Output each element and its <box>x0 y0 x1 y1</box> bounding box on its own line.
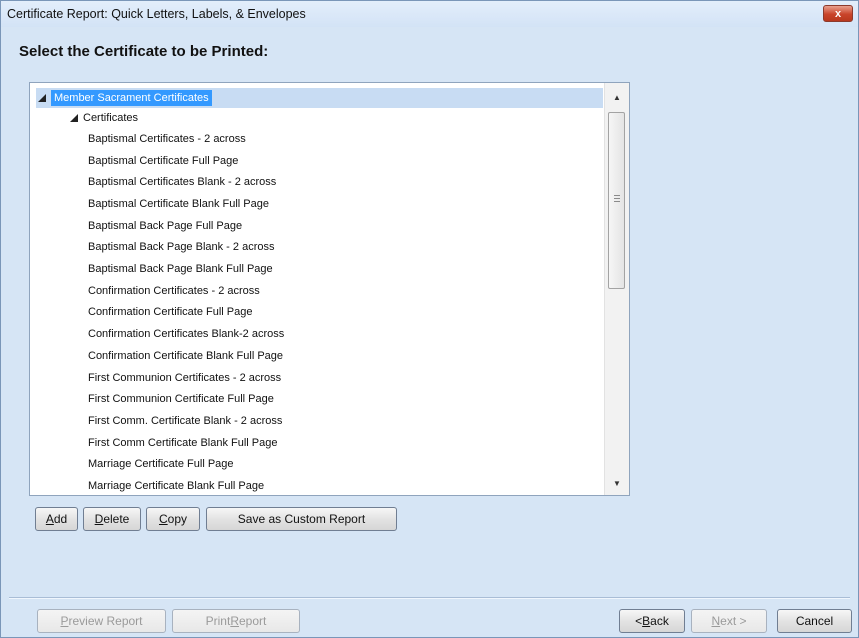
add-mnemonic: A <box>45 512 54 526</box>
copy-mnemonic: C <box>158 512 168 526</box>
back-mnemonic: B <box>642 614 651 628</box>
grip-icon <box>614 195 620 204</box>
add-label: dd <box>53 512 68 526</box>
tree-item[interactable]: Marriage Certificate Full Page <box>88 454 234 474</box>
copy-button[interactable]: Copy <box>146 507 200 531</box>
next-button[interactable]: Next > <box>691 609 767 633</box>
scroll-up-button[interactable]: ▲ <box>605 87 629 107</box>
tree-item[interactable]: Baptismal Certificate Full Page <box>88 151 238 171</box>
cancel-button[interactable]: Cancel <box>777 609 852 633</box>
tree-item[interactable]: Confirmation Certificates Blank-2 across <box>88 324 284 344</box>
close-button[interactable]: x <box>823 5 853 22</box>
dialog-window: Certificate Report: Quick Letters, Label… <box>0 0 859 638</box>
delete-label: elete <box>103 512 130 526</box>
tree-root-label: Member Sacrament Certificates <box>51 90 212 106</box>
print-mnemonic: R <box>230 614 239 628</box>
preview-report-button[interactable]: Preview Report <box>37 609 166 633</box>
print-label: eport <box>239 614 267 628</box>
title-bar: Certificate Report: Quick Letters, Label… <box>1 1 858 27</box>
preview-label: review Report <box>68 614 143 628</box>
scroll-up-arrow-icon: ▲ <box>613 92 621 102</box>
next-label: ext > <box>720 614 747 628</box>
tree-item[interactable]: First Comm Certificate Blank Full Page <box>88 433 278 453</box>
tree-item[interactable]: Confirmation Certificate Blank Full Page <box>88 346 283 366</box>
collapse-arrow-icon[interactable] <box>70 114 78 122</box>
back-label-prefix: < <box>635 614 643 628</box>
tree-item[interactable]: Baptismal Certificates - 2 across <box>88 129 246 149</box>
collapse-arrow-icon[interactable] <box>38 94 46 102</box>
delete-button[interactable]: Delete <box>83 507 141 531</box>
print-label-prefix: Print <box>205 614 231 628</box>
add-button[interactable]: Add <box>35 507 78 531</box>
next-mnemonic: N <box>711 614 721 628</box>
tree-item[interactable]: Baptismal Back Page Blank - 2 across <box>88 237 274 257</box>
window-title: Certificate Report: Quick Letters, Label… <box>7 7 306 21</box>
tree-item[interactable]: Baptismal Certificates Blank - 2 across <box>88 172 276 192</box>
tree-item[interactable]: First Comm. Certificate Blank - 2 across <box>88 411 282 431</box>
copy-label: opy <box>167 512 188 526</box>
certificate-tree[interactable]: Member Sacrament Certificates Certificat… <box>29 82 630 496</box>
delete-mnemonic: D <box>94 512 104 526</box>
print-report-button[interactable]: Print Report <box>172 609 300 633</box>
tree-item[interactable]: First Communion Certificate Full Page <box>88 389 274 409</box>
scroll-down-arrow-icon: ▼ <box>613 478 621 488</box>
tree-item[interactable]: Baptismal Back Page Full Page <box>88 216 242 236</box>
preview-mnemonic: P <box>60 614 69 628</box>
close-icon: x <box>834 7 842 20</box>
tree-group-item[interactable]: Certificates <box>70 108 138 128</box>
back-button[interactable]: < Back <box>619 609 685 633</box>
tree-item[interactable]: Confirmation Certificates - 2 across <box>88 281 260 301</box>
save-as-custom-report-label: Save as Custom Report <box>237 512 366 526</box>
vertical-scrollbar[interactable]: ▲ ▼ <box>604 83 629 495</box>
cancel-label: Cancel <box>795 614 834 628</box>
page-title: Select the Certificate to be Printed: <box>19 43 269 60</box>
scroll-down-button[interactable]: ▼ <box>605 473 629 493</box>
save-as-custom-report-button[interactable]: Save as Custom Report <box>206 507 397 531</box>
tree-item[interactable]: Baptismal Certificate Blank Full Page <box>88 194 269 214</box>
tree-item[interactable]: First Communion Certificates - 2 across <box>88 368 281 388</box>
back-label: ack <box>650 614 669 628</box>
tree-item[interactable]: Confirmation Certificate Full Page <box>88 302 252 322</box>
footer-separator <box>9 597 850 599</box>
tree-item[interactable]: Baptismal Back Page Blank Full Page <box>88 259 273 279</box>
tree-item[interactable]: Marriage Certificate Blank Full Page <box>88 476 264 495</box>
tree-group-label: Certificates <box>83 112 139 124</box>
scrollbar-thumb[interactable] <box>608 112 625 289</box>
tree-content: Member Sacrament Certificates Certificat… <box>30 83 605 495</box>
tree-root-item[interactable]: Member Sacrament Certificates <box>38 88 212 108</box>
